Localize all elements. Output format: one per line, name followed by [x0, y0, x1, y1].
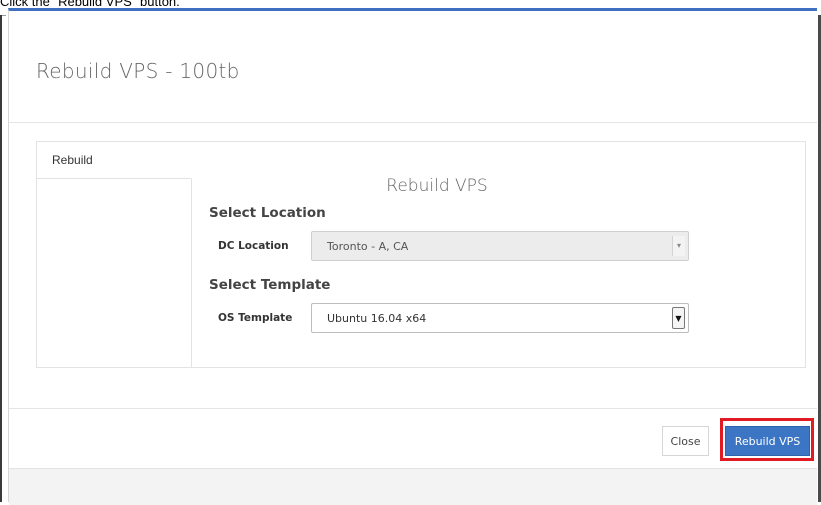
chevron-down-icon: ▼	[672, 307, 685, 329]
dc-location-select[interactable]: Toronto - A, CA ▾	[311, 231, 689, 261]
modal-footer: Close Rebuild VPS	[9, 408, 817, 468]
modal-bottom-band	[9, 468, 817, 505]
section-title: Rebuild VPS	[386, 176, 488, 196]
dc-location-value: Toronto - A, CA	[327, 240, 409, 253]
rebuild-vps-modal: Rebuild VPS - 100tb Rebuild Rebuild VPS …	[8, 8, 817, 505]
os-template-select[interactable]: Ubuntu 16.04 x64 ▼	[311, 303, 689, 333]
select-template-heading: Select Template	[209, 277, 331, 293]
modal-header: Rebuild VPS - 100tb	[9, 11, 817, 123]
tab-content-header	[191, 142, 805, 179]
rebuild-panel: Rebuild Rebuild VPS Select Location DC L…	[36, 141, 806, 368]
select-location-heading: Select Location	[209, 205, 326, 221]
os-template-label: OS Template	[218, 312, 293, 324]
modal-title: Rebuild VPS - 100tb	[36, 59, 240, 83]
os-template-value: Ubuntu 16.04 x64	[327, 312, 427, 325]
rebuild-vps-button[interactable]: Rebuild VPS	[725, 426, 810, 456]
close-button[interactable]: Close	[662, 426, 709, 456]
window-left-edge	[0, 15, 2, 502]
dc-location-label: DC Location	[218, 240, 289, 252]
tab-rebuild[interactable]: Rebuild	[37, 142, 192, 179]
chevron-down-icon: ▾	[672, 236, 685, 256]
